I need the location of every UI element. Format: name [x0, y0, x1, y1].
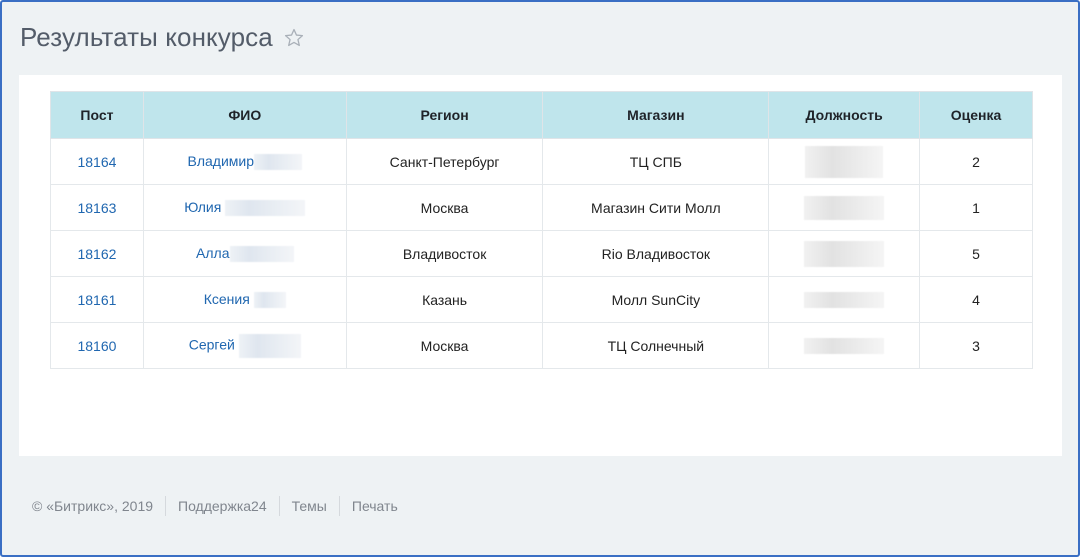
app-frame: Результаты конкурса Пост ФИО Регион Мага…	[0, 0, 1080, 557]
page-title: Результаты конкурса	[20, 22, 273, 52]
store-cell: ТЦ Солнечный	[542, 322, 770, 369]
score-cell: 4	[919, 276, 1033, 323]
post-cell: 18164	[50, 138, 144, 185]
region-cell: Владивосток	[345, 230, 544, 277]
post-link[interactable]: 18163	[77, 200, 116, 216]
post-link[interactable]: 18164	[77, 154, 116, 170]
score-cell: 5	[919, 230, 1033, 277]
post-cell: 18160	[50, 322, 144, 369]
region-cell: Санкт-Петербург	[345, 138, 544, 185]
position-cell	[768, 184, 921, 231]
name-cell: Владимир	[142, 138, 347, 185]
region-cell: Москва	[345, 322, 544, 369]
table-row: 18162 Алла Владивосток Rio Владивосток 5	[50, 230, 1033, 277]
position-cell	[768, 322, 921, 369]
redacted-position	[804, 292, 885, 309]
footer: © «Битрикс», 2019 Поддержка24 Темы Печат…	[32, 496, 398, 516]
column-header-post[interactable]: Пост	[50, 91, 144, 139]
redacted-surname	[254, 154, 303, 171]
name-link[interactable]: Алла	[196, 245, 229, 261]
footer-divider	[338, 496, 340, 516]
support-link[interactable]: Поддержка24	[178, 498, 267, 514]
store-cell: ТЦ СПБ	[542, 138, 770, 185]
score-cell: 3	[919, 322, 1033, 369]
post-link[interactable]: 18162	[77, 246, 116, 262]
column-header-score[interactable]: Оценка	[919, 91, 1033, 139]
post-cell: 18163	[50, 184, 144, 231]
store-cell: Молл SunCity	[542, 276, 770, 323]
post-cell: 18161	[50, 276, 144, 323]
score-cell: 1	[919, 184, 1033, 231]
region-cell: Москва	[345, 184, 544, 231]
table-row: 18160 Сергей Москва ТЦ Солнечный 3	[50, 322, 1033, 369]
name-cell: Ксения	[142, 276, 347, 323]
post-link[interactable]: 18161	[77, 292, 116, 308]
table-header-row: Пост ФИО Регион Магазин Должность Оценка	[50, 91, 1033, 139]
position-cell	[768, 138, 921, 185]
column-header-name[interactable]: ФИО	[142, 91, 347, 139]
copyright-text: © «Битрикс», 2019	[32, 498, 154, 514]
column-header-store[interactable]: Магазин	[542, 91, 770, 139]
redacted-position	[804, 195, 885, 220]
footer-divider	[165, 496, 167, 516]
position-cell	[768, 276, 921, 323]
title-bar: Результаты конкурса	[20, 22, 305, 53]
column-header-region[interactable]: Регион	[345, 91, 544, 139]
redacted-position	[805, 145, 884, 178]
name-link[interactable]: Ксения	[204, 291, 250, 307]
print-link[interactable]: Печать	[352, 498, 398, 514]
content-panel: Пост ФИО Регион Магазин Должность Оценка…	[19, 75, 1062, 456]
region-cell: Казань	[345, 276, 544, 323]
table-row: 18161 Ксения Казань Молл SunCity 4	[50, 276, 1033, 323]
name-link[interactable]: Сергей	[189, 336, 235, 352]
name-cell: Алла	[142, 230, 347, 277]
footer-divider	[278, 496, 280, 516]
results-table: Пост ФИО Регион Магазин Должность Оценка…	[50, 91, 1033, 369]
redacted-surname	[253, 292, 286, 309]
position-cell	[768, 230, 921, 277]
post-link[interactable]: 18160	[77, 338, 116, 354]
redacted-surname	[229, 246, 294, 263]
table-row: 18164 Владимир Санкт-Петербург ТЦ СПБ 2	[50, 138, 1033, 185]
redacted-position	[804, 338, 885, 355]
themes-link[interactable]: Темы	[292, 498, 327, 514]
star-icon[interactable]	[283, 27, 305, 49]
store-cell: Магазин Сити Молл	[542, 184, 770, 231]
name-link[interactable]: Юлия	[184, 199, 221, 215]
post-cell: 18162	[50, 230, 144, 277]
name-cell: Юлия	[142, 184, 347, 231]
redacted-surname	[225, 200, 306, 217]
store-cell: Rio Владивосток	[542, 230, 770, 277]
table-row: 18163 Юлия Москва Магазин Сити Молл 1	[50, 184, 1033, 231]
column-header-position[interactable]: Должность	[768, 91, 921, 139]
redacted-position	[804, 240, 885, 267]
score-cell: 2	[919, 138, 1033, 185]
name-cell: Сергей	[142, 322, 347, 369]
redacted-surname	[238, 333, 301, 358]
name-link[interactable]: Владимир	[188, 153, 255, 169]
